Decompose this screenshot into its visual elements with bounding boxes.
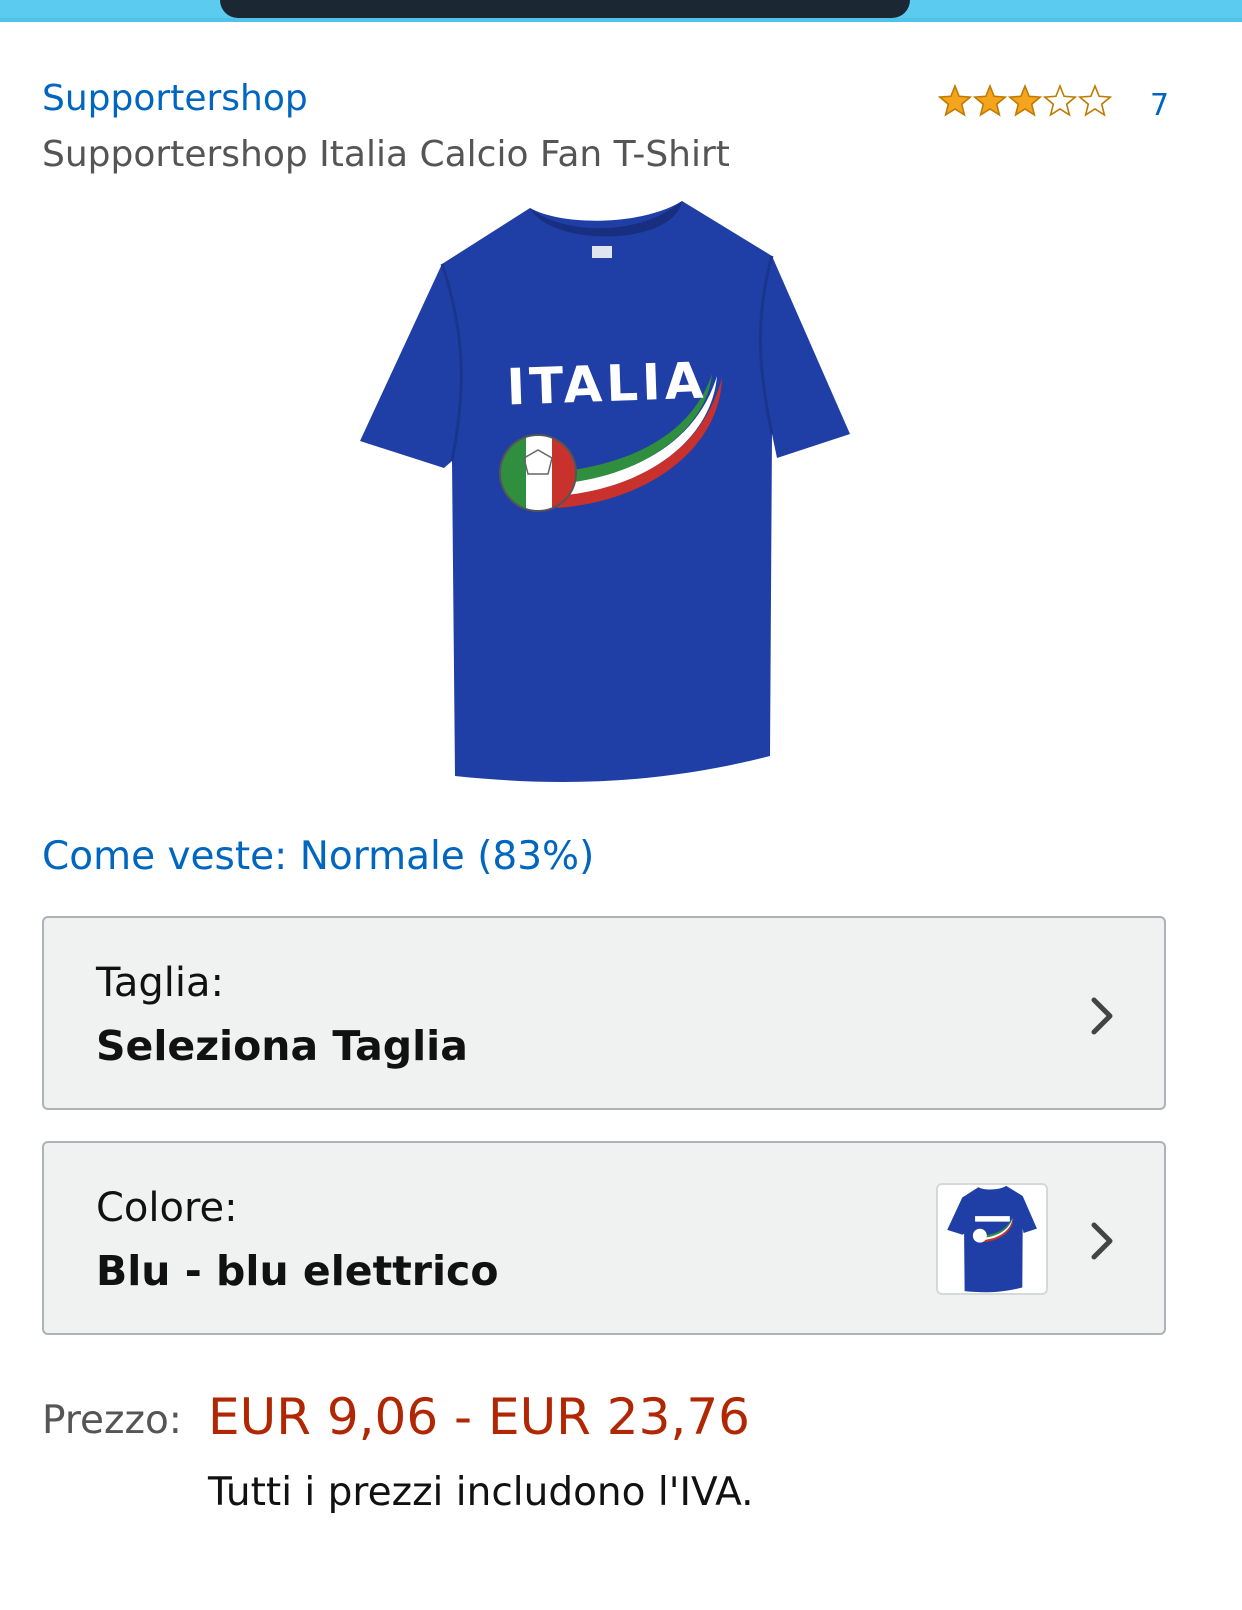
color-label: Colore: bbox=[96, 1185, 238, 1231]
star-icon bbox=[1077, 83, 1113, 117]
shirt-print-text: ITALIA bbox=[506, 352, 709, 417]
star-rating bbox=[938, 83, 1113, 117]
rating-count[interactable]: 7 bbox=[1150, 88, 1169, 123]
vat-note: Tutti i prezzi includono l'IVA. bbox=[208, 1470, 754, 1515]
star-icon bbox=[1042, 83, 1078, 117]
color-value: Blu - blu elettrico bbox=[96, 1247, 499, 1295]
color-selector[interactable]: Colore: Blu - blu elettrico bbox=[42, 1141, 1166, 1335]
chevron-right-icon bbox=[1091, 1222, 1113, 1260]
product-title: Supportershop Italia Calcio Fan T-Shirt bbox=[42, 134, 730, 175]
top-banner-dark-band bbox=[220, 0, 910, 18]
price-range: EUR 9,06 - EUR 23,76 bbox=[208, 1388, 750, 1446]
star-icon bbox=[972, 83, 1008, 117]
color-swatch-tshirt-icon bbox=[947, 1185, 1037, 1293]
size-label: Taglia: bbox=[96, 960, 224, 1006]
chevron-right-icon bbox=[1091, 997, 1113, 1035]
rating-widget[interactable]: 7 bbox=[938, 82, 1178, 126]
top-banner-line bbox=[0, 18, 1242, 22]
star-icon bbox=[938, 83, 973, 117]
star-icon bbox=[1007, 83, 1043, 117]
price-label: Prezzo: bbox=[42, 1398, 182, 1443]
size-selector[interactable]: Taglia: Seleziona Taglia bbox=[42, 916, 1166, 1110]
product-image[interactable]: ITALIA bbox=[352, 196, 857, 786]
size-value: Seleziona Taglia bbox=[96, 1022, 468, 1070]
brand-link[interactable]: Supportershop bbox=[42, 78, 308, 119]
fit-link[interactable]: Come veste: Normale (83%) bbox=[42, 834, 594, 879]
color-swatch-thumbnail bbox=[936, 1183, 1048, 1295]
top-banner bbox=[0, 0, 1242, 22]
